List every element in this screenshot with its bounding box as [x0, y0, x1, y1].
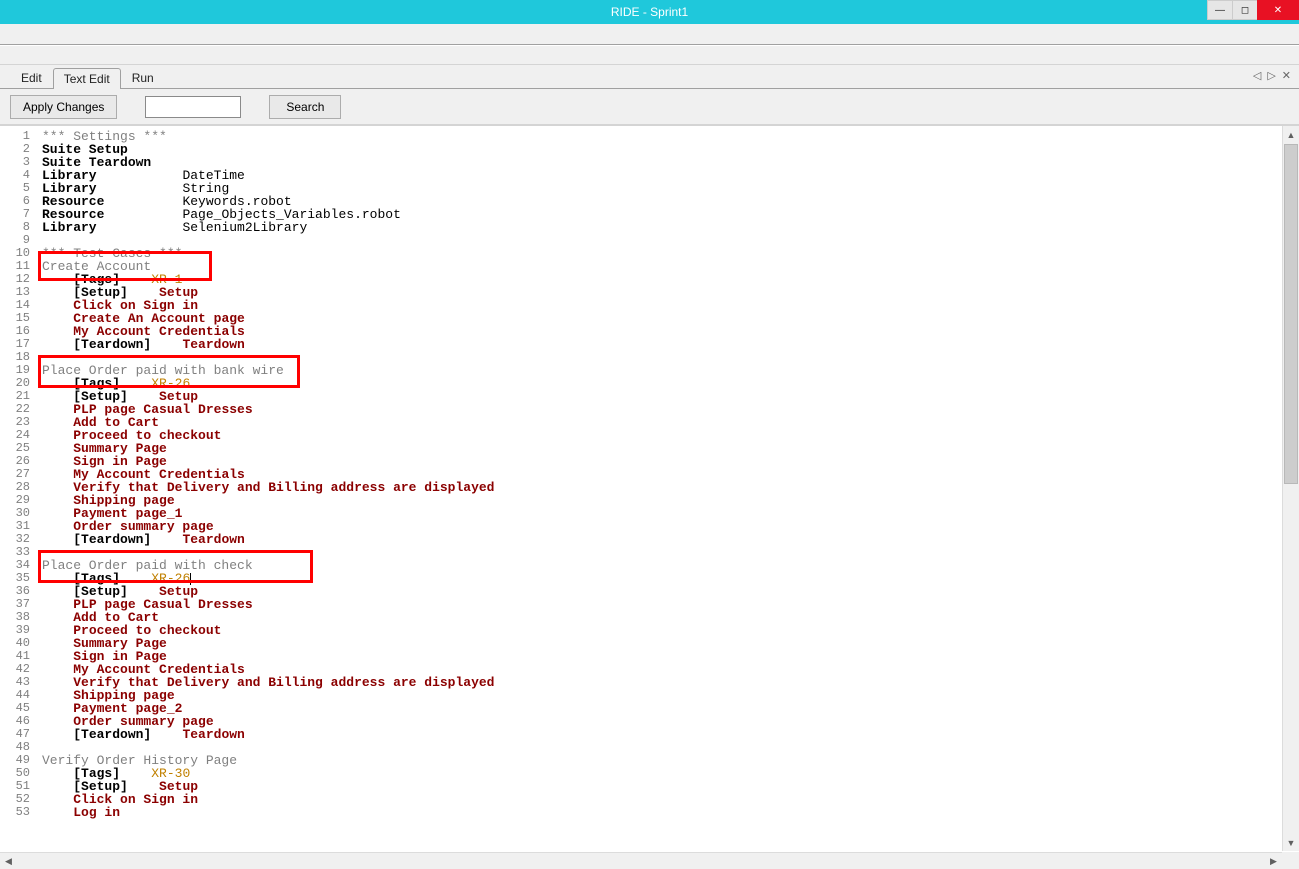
minimize-button[interactable]: — [1207, 0, 1233, 20]
scroll-right-icon[interactable]: ▶ [1265, 853, 1282, 869]
maximize-button[interactable]: ◻ [1232, 0, 1258, 20]
window-title: RIDE - Sprint1 [611, 5, 688, 19]
code-area[interactable]: *** Settings *** Suite Setup Suite Teard… [36, 126, 1299, 869]
tab-run[interactable]: Run [121, 67, 165, 88]
editor: 1 2 3 4 5 6 7 8 9 10 11 12 13 14 15 16 1… [0, 125, 1299, 869]
tab-close-icon[interactable]: ✕ [1282, 69, 1291, 83]
scroll-down-icon[interactable]: ▼ [1283, 834, 1299, 851]
tabbar: Edit Text Edit Run ◁ ▷ ✕ [0, 65, 1299, 89]
tab-prev-icon[interactable]: ◁ [1253, 69, 1261, 83]
tab-nav: ◁ ▷ ✕ [1253, 69, 1291, 83]
horizontal-scrollbar[interactable]: ◀ ▶ [0, 852, 1282, 869]
line-gutter: 1 2 3 4 5 6 7 8 9 10 11 12 13 14 15 16 1… [0, 126, 36, 869]
window-controls: — ◻ ✕ [1208, 0, 1299, 24]
toolbar-spacer [0, 45, 1299, 65]
search-input[interactable] [145, 96, 241, 118]
tab-next-icon[interactable]: ▷ [1267, 69, 1275, 83]
search-button[interactable]: Search [269, 95, 341, 119]
menubar [0, 24, 1299, 45]
titlebar: RIDE - Sprint1 — ◻ ✕ [0, 0, 1299, 24]
toolbar: Apply Changes Search [0, 89, 1299, 125]
apply-changes-button[interactable]: Apply Changes [10, 95, 117, 119]
vertical-scrollbar[interactable]: ▲ ▼ [1282, 126, 1299, 851]
tab-edit[interactable]: Edit [10, 67, 53, 88]
tab-text-edit[interactable]: Text Edit [53, 68, 121, 89]
scroll-up-icon[interactable]: ▲ [1283, 126, 1299, 143]
scroll-left-icon[interactable]: ◀ [0, 853, 17, 869]
vscroll-thumb[interactable] [1284, 144, 1298, 484]
close-button[interactable]: ✕ [1257, 0, 1299, 20]
scroll-corner [1282, 852, 1299, 869]
